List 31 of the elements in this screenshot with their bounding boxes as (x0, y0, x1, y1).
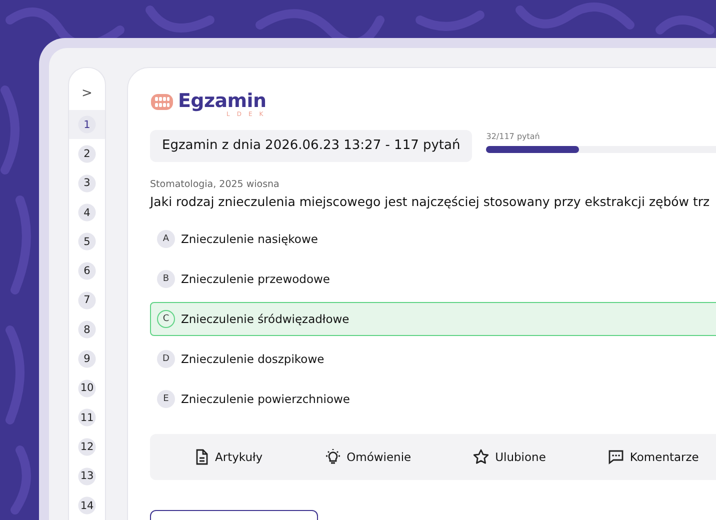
teeth-icon (150, 93, 174, 111)
answer-option[interactable]: C Znieczulenie śródwięzadłowe (150, 302, 716, 336)
question-text: Jaki rodzaj znieczulenia miejscowego jest najczęściej stosowany przy ekstrakcji zębów trz (150, 194, 711, 209)
question-source: Stomatologia, 2025 wiosna (150, 179, 280, 190)
answer-letter: C (157, 310, 175, 328)
answer-text: Znieczulenie powierzchniowe (181, 392, 350, 406)
answer-option[interactable]: A Znieczulenie nasiękowe (150, 222, 716, 256)
answer-letter: A (157, 230, 175, 248)
expand-button[interactable]: > (69, 80, 105, 106)
answer-text: Znieczulenie śródwięzadłowe (181, 312, 350, 326)
logo-name: Egzamin (178, 90, 266, 112)
exam-title: Egzamin z dnia 2026.06.23 13:27 - 117 pytań (150, 130, 472, 162)
progress-label: 32/117 pytań (486, 132, 541, 141)
star-icon (473, 449, 490, 465)
answer-letter: D (157, 350, 175, 368)
question-number[interactable]: 1 (69, 110, 105, 140)
answer-text: Znieczulenie nasiękowe (181, 232, 318, 246)
document-icon (195, 449, 209, 465)
answer-text: Znieczulenie doszpikowe (181, 352, 324, 366)
comment-icon (608, 449, 624, 465)
answer-option[interactable]: D Znieczulenie doszpikowe (150, 342, 716, 376)
answer-option[interactable]: E Znieczulenie powierzchniowe (150, 382, 716, 416)
action-button[interactable]: Omówienie (324, 449, 412, 465)
answer-text: Znieczulenie przewodowe (181, 272, 330, 286)
answer-letter: E (157, 390, 175, 408)
action-button[interactable]: Komentarze (608, 449, 699, 465)
lightbulb-icon (324, 449, 341, 465)
answer-letter: B (157, 270, 175, 288)
answer-option[interactable]: B Znieczulenie przewodowe (150, 262, 716, 296)
action-button[interactable]: Ulubione (473, 449, 546, 465)
action-button[interactable]: Artykuły (195, 449, 263, 465)
